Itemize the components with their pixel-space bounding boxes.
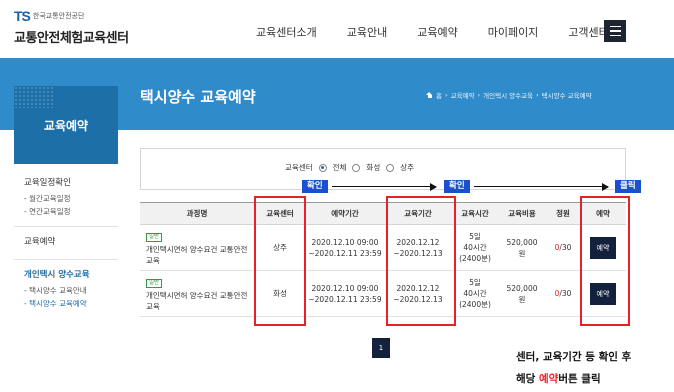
fee-cell: 520,000 원: [498, 270, 546, 317]
breadcrumb-current: 택시양수 교육예약: [541, 92, 592, 100]
instruction-note: 센터, 교육기간 등 확인 후 해당 예약버튼 클릭: [516, 346, 631, 390]
reserve-end: ~2020.12.11 23:59: [308, 294, 382, 304]
instruction-post: 버튼 클릭: [558, 373, 601, 385]
sidebar-subitem-taxi-info[interactable]: - 택시양수 교육안내: [24, 284, 118, 297]
col-header-edu-time: 교육시간: [452, 202, 498, 225]
course-cell: 일반 개인택시면허 양수요건 교통안전교육: [140, 270, 254, 317]
radio-hwaseong-label[interactable]: 화성: [366, 162, 380, 173]
main-nav: 교육센터소개 교육안내 교육예약 마이페이지 고객센터: [256, 24, 639, 40]
sidebar-item-schedule[interactable]: 교육일정확인: [24, 176, 118, 188]
sidebar-menu: 교육일정확인 - 월간교육일정 - 연간교육일정 교육예약 개인택시 양수교육 …: [14, 168, 118, 318]
sidebar-subitem-taxi-reservation[interactable]: - 택시양수 교육예약: [24, 297, 118, 310]
nav-customer-center[interactable]: 고객센터: [568, 24, 608, 40]
annotation-arrow-1: [332, 182, 437, 191]
capacity-total: /30: [559, 243, 572, 252]
fee-unit: 원: [518, 294, 526, 304]
reserve-end: ~2020.12.11 23:59: [308, 248, 382, 258]
page-title: 택시양수 교육예약: [140, 88, 256, 106]
edu-minutes: (2400분): [459, 300, 491, 309]
sidebar-item-reservation[interactable]: 교육예약: [24, 235, 118, 247]
breadcrumb-separator: ›: [444, 91, 448, 99]
sidebar-heading-label: 교육예약: [43, 118, 89, 133]
instruction-highlight: 예약: [538, 373, 559, 385]
instruction-pre: 해당: [516, 373, 539, 385]
site-logo[interactable]: TS 한국교통안전공단 교통안전체험교육센터: [14, 8, 129, 46]
annotation-tag-check-period: 확인: [444, 180, 470, 193]
sidebar-item-taxi-course[interactable]: 개인택시 양수교육: [24, 268, 118, 280]
edu-days: 5일: [469, 232, 481, 241]
site-header: TS 한국교통안전공단 교통안전체험교육센터 교육센터소개 교육안내 교육예약 …: [0, 0, 674, 58]
edu-time-cell: 5일 40시간 (2400분): [452, 224, 498, 271]
pagination-page-1[interactable]: 1: [372, 338, 390, 358]
nav-mypage[interactable]: 마이페이지: [488, 24, 539, 40]
instruction-line-1: 센터, 교육기간 등 확인 후: [516, 351, 632, 363]
col-header-fee: 교육비용: [498, 202, 546, 225]
ts-logo-icon: TS: [14, 8, 31, 24]
site-title: 교통안전체험교육센터: [14, 31, 129, 46]
sidebar-group-schedule: 교육일정확인 - 월간교육일정 - 연간교육일정: [14, 168, 118, 227]
edu-days: 5일: [469, 278, 481, 287]
col-header-course: 과정명: [140, 202, 254, 225]
radio-all[interactable]: [318, 163, 327, 172]
radio-sangju[interactable]: [386, 163, 395, 172]
center-filter-box: 교육센터 전체 화성 상주: [140, 148, 626, 190]
annotation-arrow-2: [474, 182, 609, 191]
breadcrumb-separator: ›: [477, 91, 481, 99]
edu-hours: 40시간: [463, 289, 487, 298]
breadcrumb: 홈 › 교육예약 › 개인택시 양수교육 › 택시양수 교육예약: [426, 90, 592, 100]
breadcrumb-home[interactable]: 홈: [436, 90, 442, 100]
capacity-cell: 0/30: [546, 270, 580, 317]
table-row: 일반 개인택시면허 양수요건 교통안전교육 화성 2020.12.10 09:0…: [140, 270, 626, 317]
edu-hours: 40시간: [463, 243, 487, 252]
course-table: 과정명 교육센터 예약기간 교육기간 교육시간 교육비용 정원 예약 일반 개인…: [140, 202, 626, 317]
annotation-tag-check-center: 확인: [302, 180, 328, 193]
nav-edu-reservation[interactable]: 교육예약: [417, 24, 457, 40]
sidebar-subitem-monthly[interactable]: - 월간교육일정: [24, 192, 118, 205]
nav-edu-info[interactable]: 교육안내: [347, 24, 387, 40]
radio-hwaseong[interactable]: [352, 163, 361, 172]
breadcrumb-taxi-course[interactable]: 개인택시 양수교육: [483, 90, 533, 100]
sidebar-group-reservation: 교육예약: [14, 227, 118, 260]
center-filter: 교육센터 전체 화성 상주: [285, 162, 414, 173]
breadcrumb-reservation[interactable]: 교육예약: [451, 90, 475, 100]
table-header-row: 과정명 교육센터 예약기간 교육기간 교육시간 교육비용 정원 예약: [140, 202, 626, 225]
col-header-capacity: 정원: [546, 202, 580, 225]
reserve-period-cell: 2020.12.10 09:00 ~2020.12.11 23:59: [306, 224, 384, 271]
course-name: 개인택시면허 양수요건 교통안전교육: [146, 290, 248, 311]
course-badge: 일반: [146, 278, 163, 288]
edu-time-cell: 5일 40시간 (2400분): [452, 270, 498, 317]
table-row: 일반 개인택시면허 양수요건 교통안전교육 상주 2020.12.10 09:0…: [140, 224, 626, 271]
fee-amount: 520,000: [506, 283, 538, 293]
radio-sangju-label[interactable]: 상주: [400, 162, 414, 173]
edu-minutes: (2400분): [459, 254, 491, 263]
capacity-cell: 0/30: [546, 224, 580, 271]
hamburger-menu-icon[interactable]: [604, 20, 626, 42]
instruction-line-2: 해당 예약버튼 클릭: [516, 368, 631, 390]
fee-amount: 520,000: [506, 237, 538, 247]
breadcrumb-separator: ›: [536, 91, 539, 99]
capacity-total: /30: [559, 289, 572, 298]
sidebar-subitem-yearly[interactable]: - 연간교육일정: [24, 205, 118, 218]
logo-org-name: 한국교통안전공단: [32, 12, 85, 20]
course-badge: 일반: [146, 232, 163, 242]
reserve-start: 2020.12.10 09:00: [311, 283, 379, 293]
sidebar-group-taxi: 개인택시 양수교육 - 택시양수 교육안내 - 택시양수 교육예약: [14, 260, 118, 318]
annotation-tag-click: 클릭: [615, 180, 641, 193]
nav-center-intro[interactable]: 교육센터소개: [256, 24, 317, 40]
home-icon[interactable]: [426, 92, 433, 98]
col-header-reserve-period: 예약기간: [306, 202, 384, 225]
reserve-period-cell: 2020.12.10 09:00 ~2020.12.11 23:59: [306, 270, 384, 317]
fee-cell: 520,000 원: [498, 224, 546, 271]
course-name: 개인택시면허 양수요건 교통안전교육: [146, 244, 248, 265]
highlight-box-reserve: [580, 196, 630, 326]
highlight-box-edu-period: [386, 196, 456, 326]
highlight-box-center: [254, 196, 306, 326]
course-cell: 일반 개인택시면허 양수요건 교통안전교육: [140, 224, 254, 271]
reserve-start: 2020.12.10 09:00: [311, 237, 379, 247]
fee-unit: 원: [518, 248, 526, 258]
radio-all-label[interactable]: 전체: [333, 162, 347, 173]
dot-pattern-decoration: [14, 86, 54, 108]
filter-label: 교육센터: [285, 163, 313, 172]
